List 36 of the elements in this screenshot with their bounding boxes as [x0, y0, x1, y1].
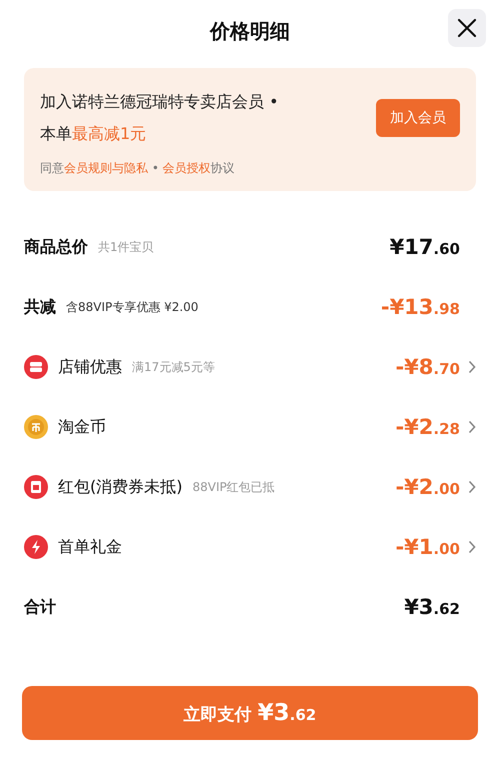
- row-note: 88VIP红包已抵: [192, 478, 275, 496]
- row-label: 商品总价: [24, 236, 88, 258]
- row-amount: -¥2.28: [395, 415, 460, 439]
- row-amount: -¥2.00: [395, 475, 460, 499]
- banner-text: 加入诺特兰德冠瑞特专卖店会员 •: [40, 91, 280, 113]
- row-amount: -¥13.98: [380, 295, 460, 319]
- banner-offer: 本单最高减1元: [40, 123, 148, 145]
- row-note: 共1件宝贝: [98, 238, 154, 256]
- row-amount: ¥3.62: [404, 595, 460, 619]
- row-amount: ¥17.60: [390, 235, 460, 259]
- close-icon: [457, 18, 477, 38]
- coin-icon: [24, 415, 48, 439]
- sheet-title: 价格明细: [210, 18, 290, 44]
- chevron-icon[interactable]: [468, 420, 476, 434]
- close-button[interactable]: [448, 9, 486, 47]
- pay-button[interactable]: 立即支付 ¥3.62: [22, 686, 478, 740]
- chevron-icon[interactable]: [468, 540, 476, 554]
- lightning-icon: [24, 535, 48, 559]
- row-label: 淘金币: [58, 416, 106, 438]
- agreement-link[interactable]: 会员规则与隐私: [64, 161, 148, 175]
- row-note: 含88VIP专享优惠 ¥2.00: [66, 298, 198, 316]
- row-note: 满17元减5元等: [132, 358, 215, 376]
- row-label: 合计: [24, 596, 56, 618]
- join-button[interactable]: 加入会员: [376, 99, 460, 137]
- row-amount: -¥8.70: [395, 355, 460, 379]
- agreement-link[interactable]: 会员授权: [162, 161, 211, 175]
- row-label: 共减: [24, 296, 56, 318]
- store-icon: [24, 355, 48, 379]
- row-label: 首单礼金: [58, 536, 122, 558]
- chevron-icon[interactable]: [468, 360, 476, 374]
- agreement-text: 同意会员规则与隐私 • 会员授权协议: [40, 160, 236, 177]
- row-label: 店铺优惠: [58, 356, 122, 378]
- chevron-icon[interactable]: [468, 480, 476, 494]
- envelope-icon: [24, 475, 48, 499]
- row-amount: -¥1.00: [395, 535, 460, 559]
- row-label: 红包(消费券未抵): [58, 476, 182, 498]
